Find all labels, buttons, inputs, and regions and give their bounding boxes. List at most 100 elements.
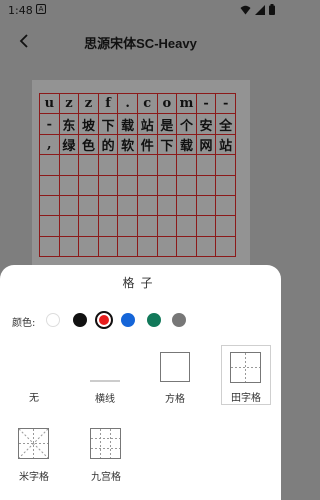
color-label: 颜色:: [12, 318, 36, 329]
grid-cell: [118, 216, 138, 237]
grid-cell: [137, 236, 158, 258]
lines-thumbnail[interactable]: [90, 379, 120, 383]
grid-cell: [216, 195, 236, 217]
grid-cell: [59, 236, 80, 258]
grid-cell: 件: [137, 134, 158, 156]
grid-cell: [79, 236, 99, 258]
grid-cell: [196, 175, 217, 196]
option-lines[interactable]: 横线: [88, 390, 122, 405]
grid-cell: 载: [118, 114, 138, 135]
grid-cell: [98, 175, 119, 196]
grid-cell: 色: [79, 134, 99, 156]
color-swatch-white[interactable]: [46, 313, 60, 327]
option-jiugong[interactable]: 九宫格: [86, 468, 126, 483]
tian-thumbnail[interactable]: [230, 352, 261, 383]
square-thumbnail[interactable]: [160, 352, 190, 382]
color-swatch-black[interactable]: [73, 313, 87, 327]
grid-cell: 软: [118, 134, 138, 156]
grid-cell: [196, 195, 217, 217]
option-square[interactable]: 方格: [158, 390, 192, 405]
signal-icon: [255, 4, 265, 15]
grid-cell: [40, 155, 60, 176]
grid-cell: -: [40, 114, 60, 135]
grid-cell: [196, 236, 217, 258]
grid-cell: z: [59, 94, 80, 115]
grid-cell: 个: [177, 114, 197, 135]
grid-cell: 载: [177, 134, 197, 156]
grid-cell: [177, 236, 197, 258]
grid-cell: [40, 216, 60, 237]
grid-cell: [98, 236, 119, 258]
grid-cell: [177, 155, 197, 176]
grid-cell: ,: [40, 134, 60, 156]
grid-cell: 是: [157, 114, 178, 135]
grid-cell: [196, 216, 217, 237]
grid-cell: [216, 155, 236, 176]
grid-cell: [98, 195, 119, 217]
option-none[interactable]: 无: [23, 389, 45, 404]
option-tian[interactable]: 田字格: [226, 389, 266, 404]
grid-cell: -: [216, 94, 236, 115]
grid-cell: z: [79, 94, 99, 115]
color-swatch-blue[interactable]: [121, 313, 135, 327]
grid-cell: [157, 155, 178, 176]
grid-cell: [59, 195, 80, 217]
grid-style-sheet: 格子 颜色: 无 横线 方格 田字格 米字格 九宫格: [0, 265, 281, 500]
grid-cell: c: [137, 94, 158, 115]
notification-icon: A: [36, 4, 46, 14]
grid-cell: 网: [196, 134, 217, 156]
grid-cell: [137, 175, 158, 196]
grid-cell: [216, 175, 236, 196]
grid-cell: 全: [216, 114, 236, 135]
grid-cell: [118, 236, 138, 258]
grid-cell: [196, 155, 217, 176]
grid-cell: 的: [98, 134, 119, 156]
grid-cell: [157, 236, 178, 258]
grid-cell: 东: [59, 114, 80, 135]
grid-cell: [79, 216, 99, 237]
sheet-title: 格子: [122, 276, 159, 290]
grid-cell: [79, 195, 99, 217]
grid-cell: [137, 195, 158, 217]
grid-cell: 站: [216, 134, 236, 156]
grid-cell: 站: [137, 114, 158, 135]
grid-cell: [40, 175, 60, 196]
color-swatch-red[interactable]: [95, 311, 113, 329]
grid-cell: [177, 216, 197, 237]
grid-cell: [59, 216, 80, 237]
grid-cell: [40, 236, 60, 258]
option-mi[interactable]: 米字格: [14, 468, 54, 483]
status-bar: 1:48 A: [0, 0, 281, 22]
grid-cell: [79, 175, 99, 196]
grid-cell: 坡: [79, 114, 99, 135]
grid-cell: [79, 155, 99, 176]
grid-cell: [157, 195, 178, 217]
grid-cell: .: [118, 94, 138, 115]
grid-cell: [118, 175, 138, 196]
grid-cell: [216, 216, 236, 237]
grid-cell: [177, 175, 197, 196]
grid-cell: o: [157, 94, 178, 115]
grid-cell: [137, 216, 158, 237]
battery-icon: [269, 4, 275, 15]
grid-cell: [157, 216, 178, 237]
grid-cell: m: [177, 94, 197, 115]
color-swatch-grey[interactable]: [172, 313, 186, 327]
preview-grid: uzzf.com---东坡下载站是个安全,绿色的软件下载网站: [39, 93, 236, 258]
grid-cell: [98, 216, 119, 237]
color-swatch-green[interactable]: [147, 313, 161, 327]
app-bar: 思源宋体SC-Heavy: [0, 22, 281, 62]
grid-cell: 安: [196, 114, 217, 135]
grid-cell: u: [40, 94, 60, 115]
grid-cell: 绿: [59, 134, 80, 156]
mi-thumbnail[interactable]: [18, 428, 49, 459]
grid-cell: f: [98, 94, 119, 115]
grid-cell: [59, 175, 80, 196]
grid-cell: 下: [98, 114, 119, 135]
grid-cell: [118, 155, 138, 176]
jiugong-thumbnail[interactable]: [90, 428, 121, 459]
grid-cell: [216, 236, 236, 258]
grid-cell: [137, 155, 158, 176]
page-title: 思源宋体SC-Heavy: [84, 36, 197, 51]
grid-cell: [118, 195, 138, 217]
